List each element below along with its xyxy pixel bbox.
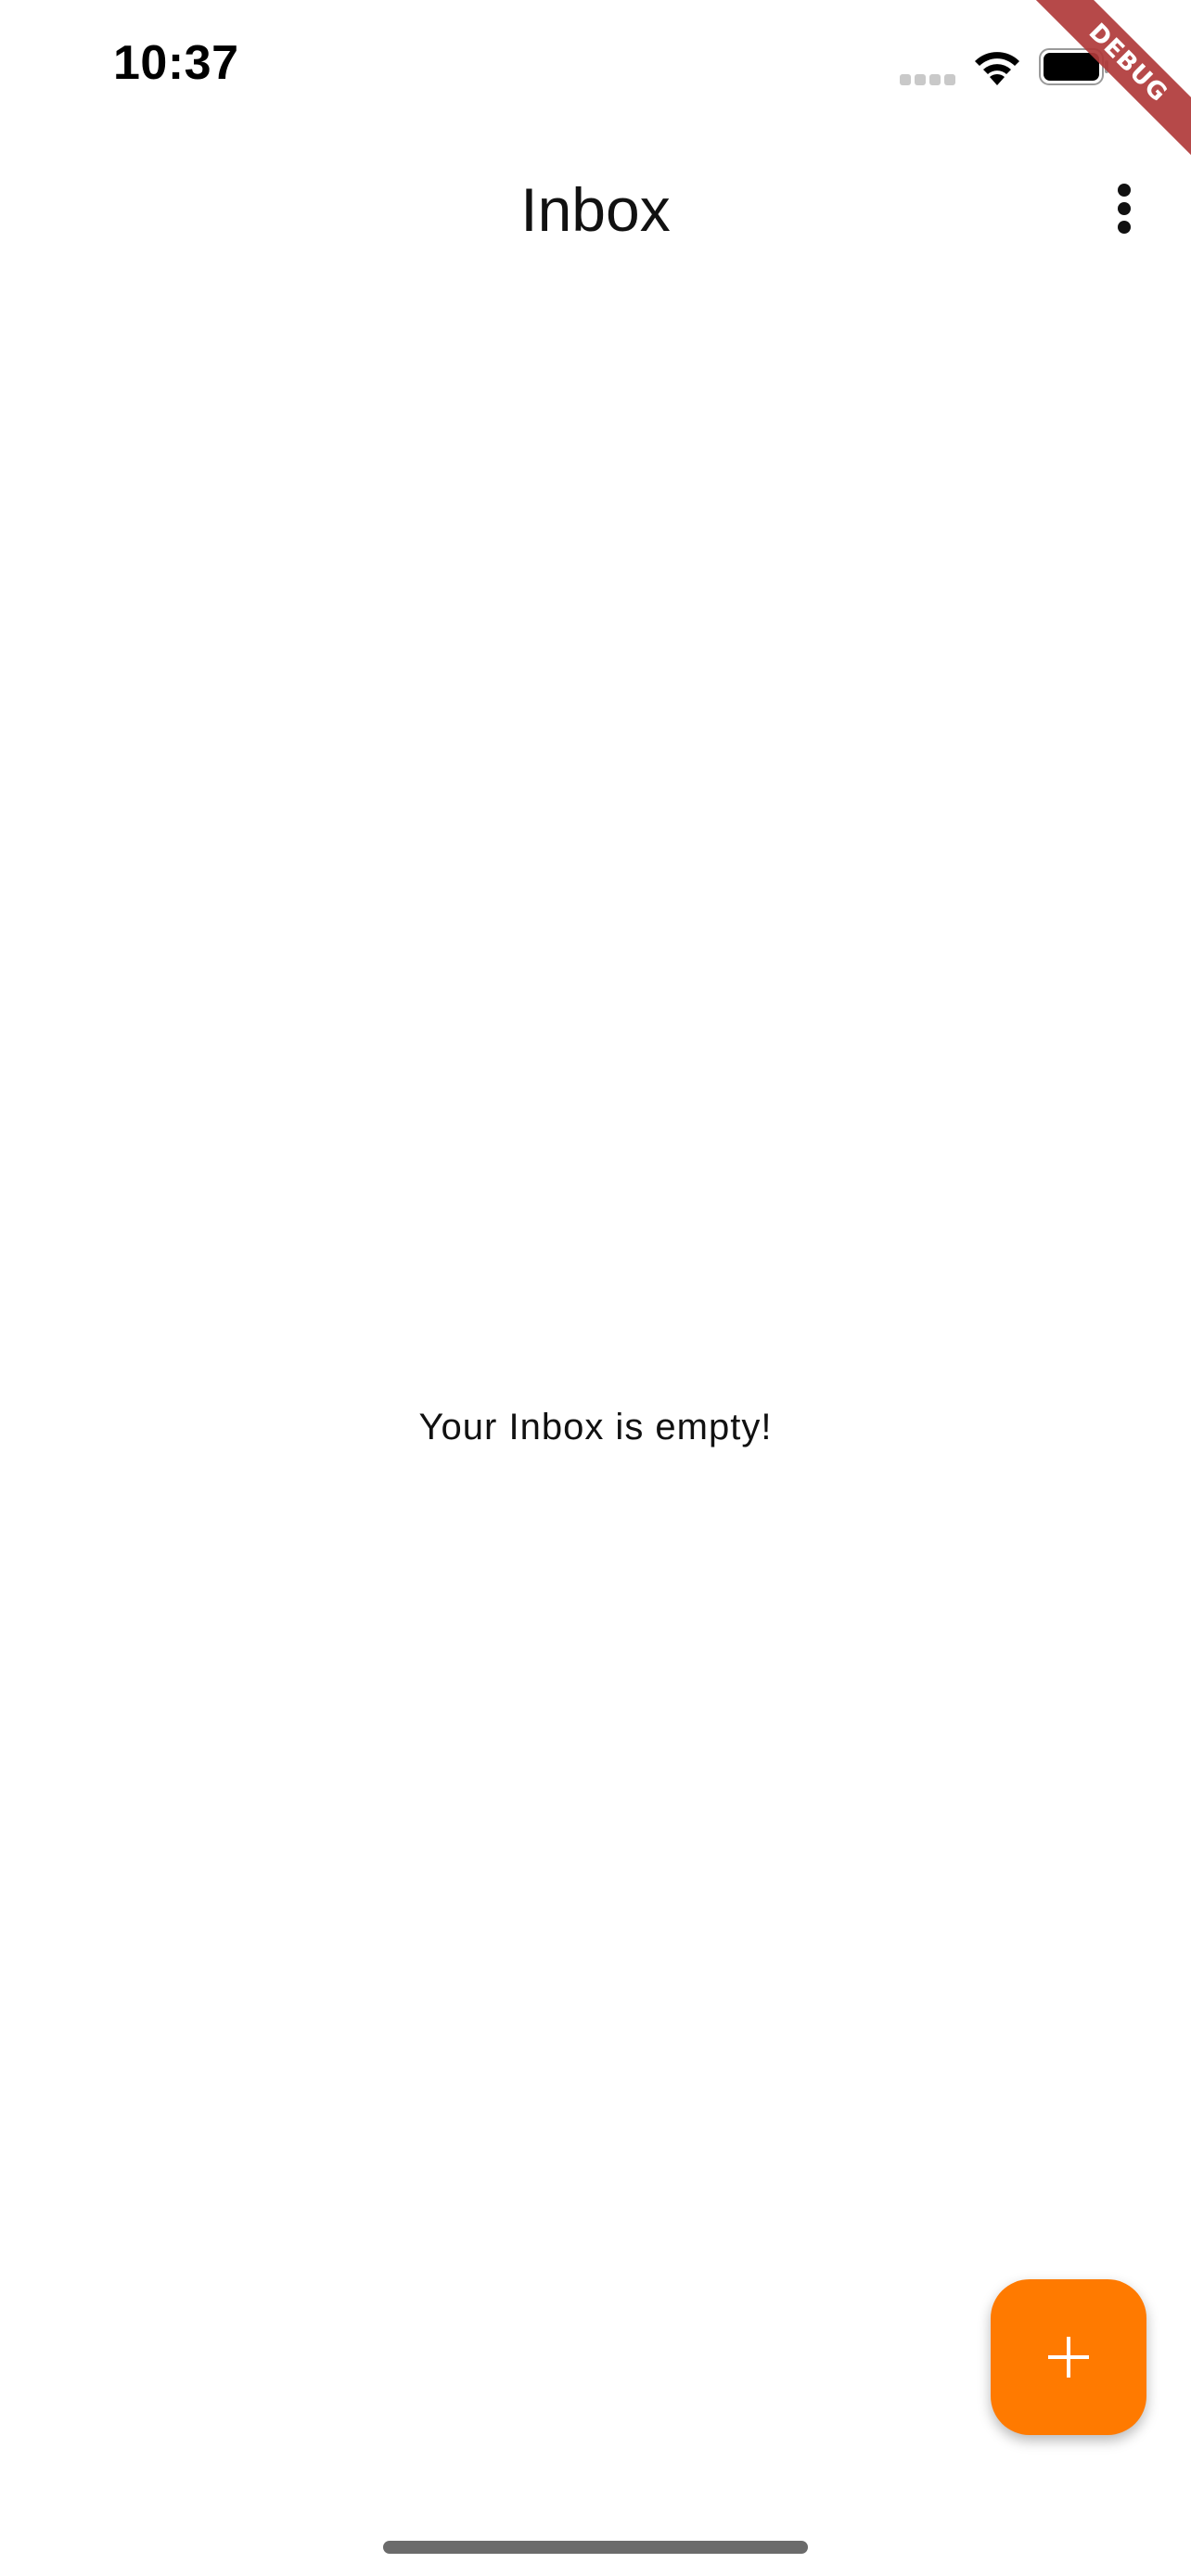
status-time: 10:37 (113, 36, 239, 90)
battery-icon (1039, 48, 1108, 85)
wifi-icon (975, 52, 1019, 85)
compose-fab[interactable] (991, 2279, 1146, 2435)
more-vert-icon (1118, 184, 1131, 234)
status-bar: 10:37 (0, 0, 1191, 139)
empty-inbox-message: Your Inbox is empty! (418, 1407, 773, 1447)
home-indicator[interactable] (383, 2541, 808, 2554)
app-bar: Inbox (0, 139, 1191, 278)
plus-icon (1048, 2337, 1089, 2378)
page-title: Inbox (520, 175, 671, 244)
more-options-button[interactable] (1100, 176, 1148, 241)
cellular-signal-icon (900, 74, 955, 85)
